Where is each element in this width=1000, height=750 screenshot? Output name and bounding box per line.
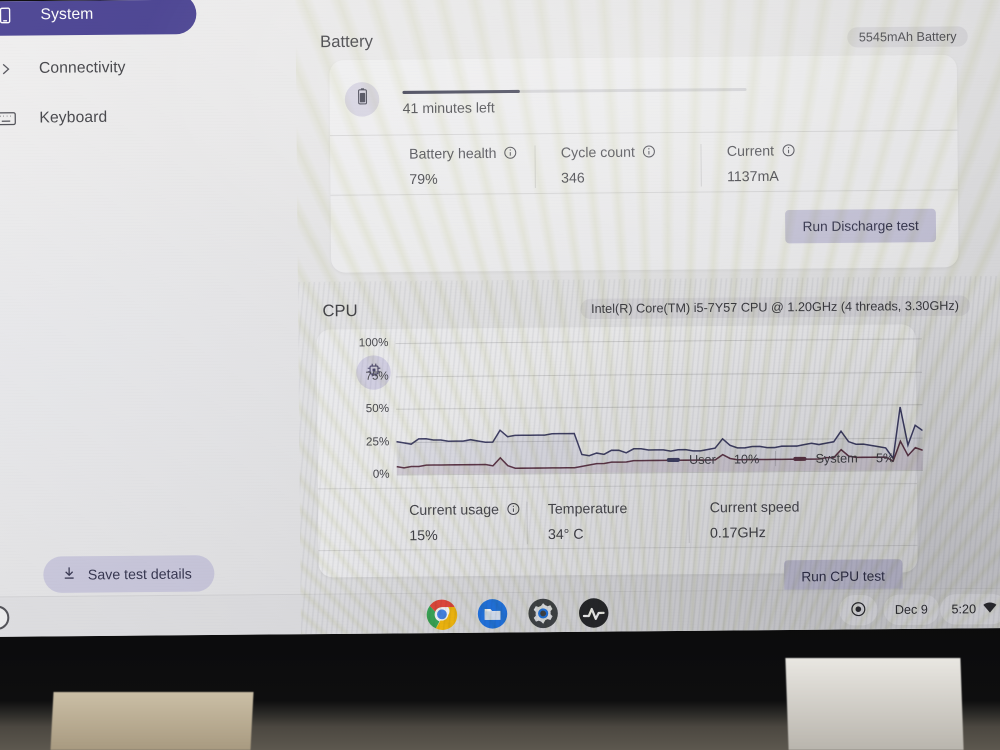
desk-object-left [50,692,254,750]
info-icon[interactable] [781,143,795,157]
card-divider [329,129,958,137]
legend-value: 5% [875,450,895,466]
status-date[interactable]: Dec 9 [883,594,940,626]
sidebar-item-label: Keyboard [39,108,108,127]
system-icon [0,4,16,26]
stat-separator [688,500,690,543]
sidebar-item-keyboard[interactable]: Keyboard [0,97,108,141]
legend-swatch [666,457,680,463]
legend-swatch [793,456,807,461]
battery-card: 41 minutes left Battery health 79% Cycle… [329,54,959,273]
launcher-button[interactable] [0,605,10,630]
run-discharge-test-button[interactable]: Run Discharge test [785,208,937,244]
stat-separator [526,501,528,545]
stat-value: 0.17GHz [709,523,766,541]
chart-y-tick: 100% [358,336,389,350]
stat-battery-health: Battery health 79% [409,145,518,187]
battery-capacity-chip: 5545mAh Battery [847,26,968,48]
download-icon [61,565,76,583]
stat-value: 346 [561,169,585,186]
sidebar-item-system[interactable]: System [0,0,197,37]
save-test-details-label: Save test details [87,565,192,583]
stat-value: 15% [409,526,438,544]
status-adb-button[interactable] [838,594,878,626]
circle-dot-icon [850,600,866,619]
desk-object-right [785,658,964,750]
card-divider [318,544,918,552]
chevron-right-icon [0,58,17,80]
status-tray[interactable]: 5:20 [940,593,1000,625]
stat-label: Temperature [547,499,628,517]
legend-value: 10% [733,452,760,467]
settings-app-icon[interactable] [527,598,559,630]
diagnostics-app-window: System Connectivity Keyboard Save test d… [0,0,1000,597]
photo-of-laptop-screen: System Connectivity Keyboard Save test d… [0,0,1000,750]
info-icon[interactable] [504,146,518,160]
info-icon[interactable] [642,144,656,158]
files-app-icon[interactable] [477,598,509,630]
diagnostics-app-icon[interactable] [578,597,610,629]
stat-value: 1137mA [726,167,779,185]
info-icon[interactable] [506,502,520,516]
stat-separator [534,145,536,188]
chrome-app-icon[interactable] [426,598,458,630]
laptop-screen: System Connectivity Keyboard Save test d… [0,0,1000,637]
chart-y-tick: 25% [365,435,390,448]
legend-label: System [815,451,858,466]
cpu-card: 0% 25% 50% 75% 100% User 10% System 5% C… [316,324,923,594]
cpu-model-chip: Intel(R) Core(TM) i5-7Y57 CPU @ 1.20GHz … [579,295,971,320]
battery-icon [354,88,369,110]
stat-current-speed: Current speed 0.17GHz [710,498,800,540]
cpu-section-header: CPU Intel(R) Core(TM) i5-7Y57 CPU @ 1.20… [322,295,971,321]
legend-separator [774,450,777,467]
keyboard-icon [0,107,17,129]
status-date-label: Dec 9 [894,602,928,617]
stat-current-usage: Current usage 15% [409,501,520,543]
sidebar-item-connectivity[interactable]: Connectivity [0,47,126,91]
battery-badge [344,82,380,117]
chart-y-tick: 75% [365,369,389,383]
battery-charge-fill [402,89,520,94]
content-area: Battery 5545mAh Battery 41 minutes left … [295,0,1000,594]
stat-current: Current 1137mA [727,142,796,184]
stat-value: 34° C [547,525,584,543]
legend-user: User 10% [666,452,760,467]
cpu-section-title: CPU [322,301,358,320]
stat-label: Current [726,142,775,159]
legend-label: User [688,452,716,467]
save-test-details-button[interactable]: Save test details [43,555,215,594]
stat-label: Current speed [709,498,800,516]
stat-cycle-count: Cycle count 346 [560,143,657,186]
sidebar-item-label: System [40,5,94,24]
chart-y-tick: 50% [365,402,390,416]
battery-section-title: Battery [319,31,374,51]
chart-y-tick: 0% [372,468,390,481]
laptop-bezel-and-desk [0,620,1000,750]
card-divider [317,483,917,490]
battery-section-header: Battery 5545mAh Battery [320,26,968,52]
stat-separator [700,143,702,187]
legend-system: System 5% [793,451,894,466]
battery-charge-track [402,87,747,94]
stat-label: Current usage [409,500,500,518]
sidebar: System Connectivity Keyboard Save test d… [0,0,301,596]
sidebar-item-label: Connectivity [38,58,126,77]
stat-temperature: Temperature 34° C [548,500,628,542]
stat-value: 79% [409,170,438,188]
wifi-icon [983,601,997,616]
battery-time-left: 41 minutes left [402,99,495,117]
status-time-label: 5:20 [951,602,977,617]
stat-label: Cycle count [560,143,635,161]
card-divider [330,189,958,196]
stat-label: Battery health [409,144,497,162]
